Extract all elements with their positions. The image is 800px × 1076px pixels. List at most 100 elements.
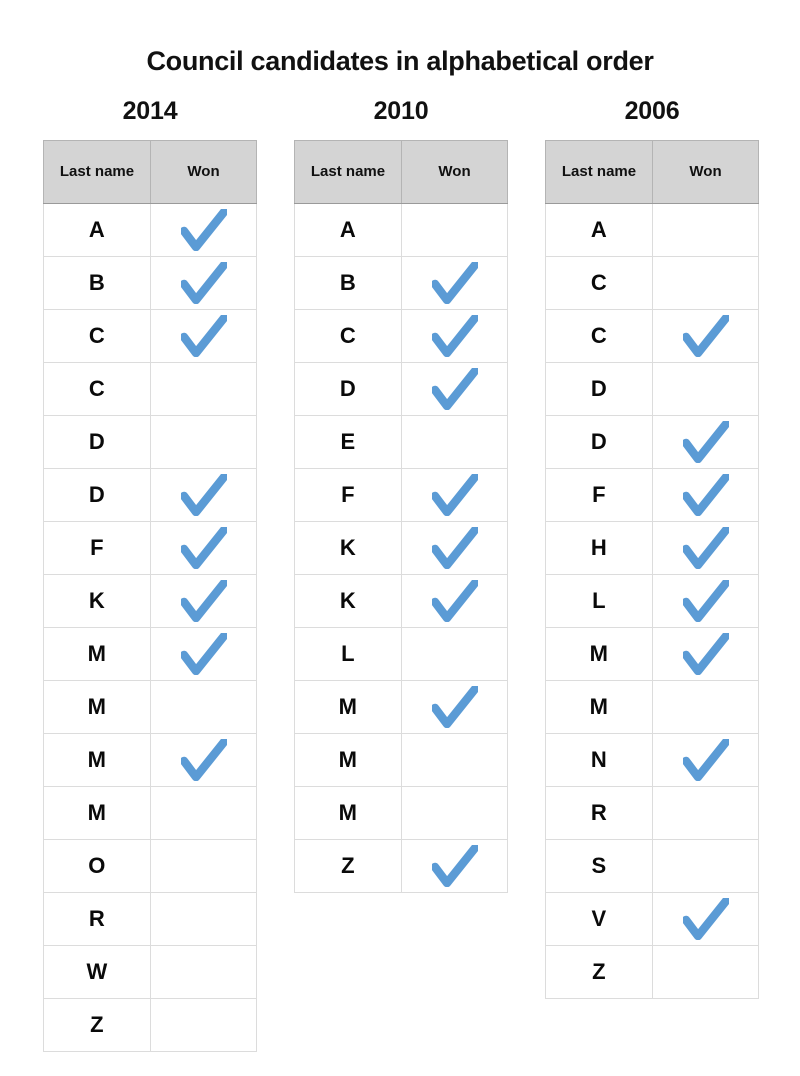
- year-label: 2014: [122, 96, 178, 125]
- table-row: F: [545, 467, 759, 522]
- cell-last-name: M: [43, 732, 151, 787]
- cell-last-name: W: [43, 944, 151, 999]
- cell-last-name: A: [294, 202, 402, 257]
- cell-won: [652, 361, 759, 416]
- check-mark-icon: [431, 685, 478, 728]
- cell-last-name: D: [43, 414, 151, 469]
- table-header-row: Last name Won: [545, 139, 759, 204]
- cell-last-name: Z: [294, 838, 402, 893]
- table-row: L: [294, 626, 508, 681]
- table-row: F: [294, 467, 508, 522]
- year-label: 2010: [373, 96, 429, 125]
- check-mark-icon: [431, 579, 478, 622]
- check-mark-icon: [180, 473, 227, 516]
- page-title: Council candidates in alphabetical order: [146, 46, 654, 76]
- cell-won: [652, 573, 759, 628]
- cell-last-name: M: [294, 785, 402, 840]
- cell-won: [652, 308, 759, 363]
- table-row: Z: [43, 997, 257, 1052]
- cell-won: [401, 838, 508, 893]
- cell-last-name: L: [294, 626, 402, 681]
- year-label: 2006: [624, 96, 680, 125]
- cell-last-name: M: [43, 679, 151, 734]
- table-header-row: Last name Won: [294, 139, 508, 204]
- cell-won: [150, 785, 257, 840]
- cell-won: [652, 414, 759, 469]
- table-row: S: [545, 838, 759, 893]
- table-row: M: [294, 732, 508, 787]
- table-row: M: [294, 679, 508, 734]
- cell-won: [150, 573, 257, 628]
- cell-won: [652, 202, 759, 257]
- cell-won: [401, 361, 508, 416]
- cell-last-name: D: [545, 361, 653, 416]
- cell-won: [150, 944, 257, 999]
- cell-last-name: A: [43, 202, 151, 257]
- check-mark-icon: [431, 473, 478, 516]
- table-row: D: [294, 361, 508, 416]
- check-mark-icon: [180, 314, 227, 357]
- cell-last-name: R: [43, 891, 151, 946]
- table-row: M: [294, 785, 508, 840]
- table-row: D: [545, 361, 759, 416]
- cell-last-name: M: [294, 732, 402, 787]
- cell-last-name: Z: [545, 944, 653, 999]
- cell-won: [652, 626, 759, 681]
- table-block-2010: 2010 Last name Won A B C D E F K K L M M M Z: [294, 96, 508, 893]
- check-mark-icon: [682, 897, 729, 940]
- table-row: C: [43, 308, 257, 363]
- cell-won: [652, 732, 759, 787]
- table-row: C: [545, 255, 759, 310]
- column-header-won: Won: [150, 139, 257, 204]
- table-row: R: [43, 891, 257, 946]
- check-mark-icon: [431, 844, 478, 887]
- check-mark-icon: [682, 473, 729, 516]
- cell-won: [150, 520, 257, 575]
- table-row: C: [545, 308, 759, 363]
- cell-won: [652, 467, 759, 522]
- table-row: M: [545, 626, 759, 681]
- table-row: E: [294, 414, 508, 469]
- cell-won: [401, 467, 508, 522]
- table-row: A: [43, 202, 257, 257]
- table-row: M: [545, 679, 759, 734]
- cell-won: [401, 255, 508, 310]
- column-header-last-name: Last name: [43, 139, 151, 204]
- table-row: D: [43, 467, 257, 522]
- cell-last-name: L: [545, 573, 653, 628]
- table-row: D: [43, 414, 257, 469]
- table-block-2014: 2014 Last name Won A B C C D D F K M M M M O R W Z: [43, 96, 257, 1052]
- cell-won: [150, 308, 257, 363]
- table-header-row: Last name Won: [43, 139, 257, 204]
- cell-last-name: K: [294, 520, 402, 575]
- check-mark-icon: [682, 579, 729, 622]
- check-mark-icon: [180, 738, 227, 781]
- cell-last-name: H: [545, 520, 653, 575]
- cell-last-name: S: [545, 838, 653, 893]
- table-row: N: [545, 732, 759, 787]
- cell-won: [652, 255, 759, 310]
- cell-won: [401, 573, 508, 628]
- table-row: K: [294, 520, 508, 575]
- cell-last-name: D: [294, 361, 402, 416]
- cell-won: [150, 361, 257, 416]
- table-row: D: [545, 414, 759, 469]
- cell-won: [150, 255, 257, 310]
- check-mark-icon: [180, 261, 227, 304]
- check-mark-icon: [431, 314, 478, 357]
- cell-last-name: F: [545, 467, 653, 522]
- table-row: B: [294, 255, 508, 310]
- cell-last-name: B: [294, 255, 402, 310]
- cell-last-name: N: [545, 732, 653, 787]
- table-row: Z: [294, 838, 508, 893]
- table-row: F: [43, 520, 257, 575]
- cell-last-name: M: [545, 626, 653, 681]
- cell-won: [150, 732, 257, 787]
- cell-last-name: C: [545, 308, 653, 363]
- column-header-won: Won: [652, 139, 759, 204]
- check-mark-icon: [431, 367, 478, 410]
- cell-won: [652, 944, 759, 999]
- check-mark-icon: [682, 526, 729, 569]
- cell-last-name: Z: [43, 997, 151, 1052]
- cell-won: [401, 626, 508, 681]
